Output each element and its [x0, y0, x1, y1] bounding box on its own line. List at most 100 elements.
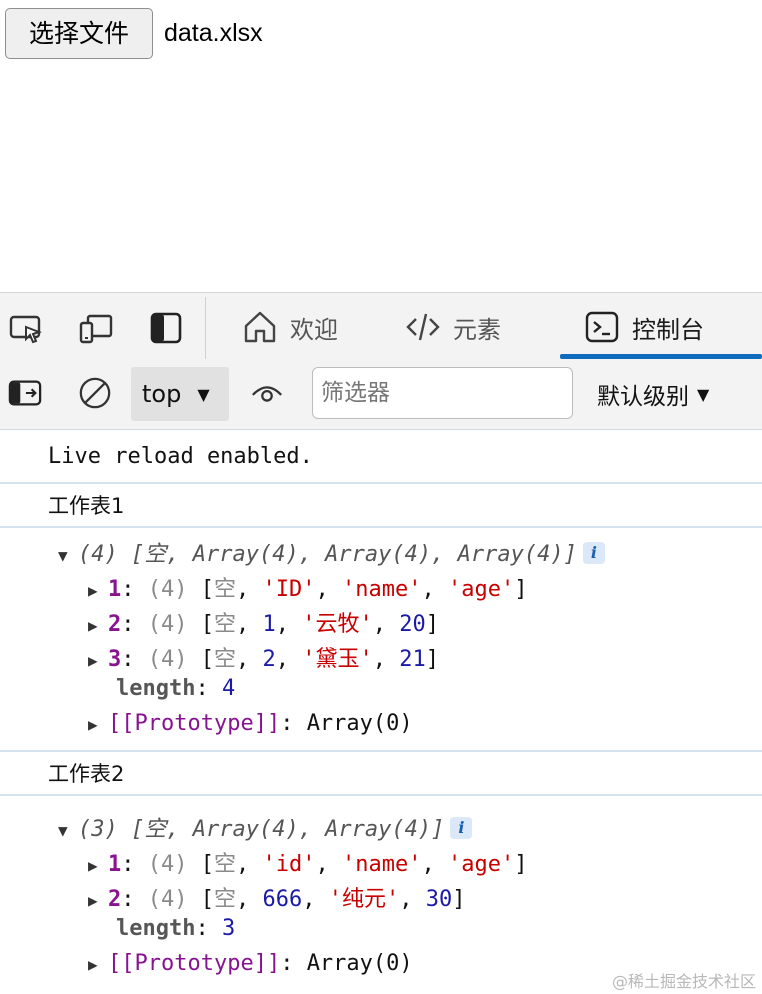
length-row: length: 3	[116, 916, 236, 941]
message-divider	[0, 794, 762, 796]
array-entry-row[interactable]: ▶ 1: (4) [空, 'id', 'name', 'age']	[88, 846, 527, 878]
home-icon	[244, 311, 276, 343]
array-entry-row[interactable]: ▶ 3: (4) [空, 2, '黛玉', 21]	[88, 641, 439, 673]
prototype-value: Array(0)	[306, 951, 413, 976]
sheet-title: 工作表2	[48, 762, 125, 786]
info-icon[interactable]: i	[582, 542, 605, 564]
array-entry-row[interactable]: ▶ 1: (4) [空, 'ID', 'name', 'age']	[88, 571, 527, 603]
length-row: length: 4	[116, 676, 236, 701]
selected-file-name: data.xlsx	[164, 19, 263, 47]
tab-elements-label: 元素	[453, 315, 501, 344]
entry-index: 1	[108, 852, 122, 877]
entry-item: 20	[399, 612, 426, 637]
console-icon	[585, 311, 619, 343]
context-selector[interactable]: top ▼	[131, 367, 229, 421]
entry-item: 1	[262, 612, 276, 637]
code-icon	[406, 313, 440, 341]
prototype-key: [[Prototype]]	[108, 951, 281, 976]
watermark: @稀土掘金技术社区	[612, 972, 757, 991]
array-summary-row[interactable]: ▼ (3) [空, Array(4), Array(4)] i	[58, 811, 473, 843]
collapse-triangle-icon[interactable]: ▶	[88, 891, 108, 910]
array-count: (3)	[78, 817, 118, 842]
entry-item: 空	[214, 852, 237, 877]
array-summary: [空, Array(4), Array(4), Array(4)]	[131, 542, 577, 567]
entry-count: (4)	[147, 612, 188, 637]
tab-separator	[205, 297, 206, 359]
array-summary: [空, Array(4), Array(4)]	[131, 817, 445, 842]
entry-item: 21	[399, 647, 426, 672]
entry-index: 1	[108, 577, 122, 602]
message-divider	[0, 482, 762, 484]
prototype-value: Array(0)	[306, 711, 413, 736]
page-content: 选择文件 data.xlsx	[0, 0, 762, 292]
entry-item: 'age'	[447, 852, 515, 877]
choose-file-button[interactable]: 选择文件	[5, 8, 153, 59]
filter-input[interactable]: 筛选器	[312, 367, 573, 419]
context-value: top	[142, 380, 182, 408]
tab-welcome[interactable]: 欢迎	[242, 293, 338, 361]
entry-item: 30	[425, 887, 453, 912]
tab-elements[interactable]: 元素	[405, 293, 501, 361]
array-entry-row[interactable]: ▶ 2: (4) [空, 1, '云牧', 20]	[88, 606, 439, 638]
message-divider	[0, 526, 762, 528]
log-level-selector[interactable]: 默认级别 ▼	[597, 367, 709, 421]
collapse-triangle-icon[interactable]: ▶	[88, 715, 108, 734]
entry-item: 'age'	[447, 577, 515, 602]
sheet-title: 工作表1	[48, 494, 125, 518]
device-emulation-icon[interactable]	[79, 311, 113, 345]
entry-item: 空	[214, 612, 237, 637]
entry-item: 空	[214, 647, 237, 672]
length-value: 4	[221, 676, 236, 701]
tab-console-label: 控制台	[632, 315, 704, 344]
entry-item: 'name'	[342, 852, 422, 877]
entry-item: 'name'	[342, 577, 422, 602]
active-tab-indicator	[560, 354, 762, 359]
devtools-panel: 欢迎 元素 控制台 top ▼ 筛选器 默认级别 ▼ Live reload e…	[0, 292, 762, 994]
entry-count: (4)	[147, 577, 188, 602]
collapse-triangle-icon[interactable]: ▶	[88, 955, 108, 974]
length-key: length	[116, 916, 196, 941]
log-level-label: 默认级别	[597, 384, 689, 410]
entry-count: (4)	[147, 647, 188, 672]
entry-item: 'id'	[262, 852, 316, 877]
message-divider	[0, 750, 762, 752]
tab-welcome-label: 欢迎	[290, 315, 338, 344]
entry-item: 'ID'	[262, 577, 316, 602]
prototype-row[interactable]: ▶ [[Prototype]]: Array(0)	[88, 711, 413, 736]
dock-side-icon[interactable]	[149, 311, 183, 345]
entry-item: '纯元'	[328, 887, 400, 912]
chevron-down-icon: ▼	[197, 384, 210, 404]
show-sidebar-icon[interactable]	[8, 376, 42, 410]
clear-console-icon[interactable]	[78, 376, 112, 410]
entry-item: '黛玉'	[302, 647, 373, 672]
info-icon[interactable]: i	[450, 817, 473, 839]
length-value: 3	[221, 916, 236, 941]
chevron-down-icon: ▼	[697, 384, 710, 404]
live-expression-eye-icon[interactable]	[250, 376, 284, 410]
entry-item: '云牧'	[302, 612, 373, 637]
collapse-triangle-icon[interactable]: ▶	[88, 856, 108, 875]
entry-count: (4)	[147, 887, 188, 912]
expand-triangle-icon[interactable]: ▼	[58, 821, 78, 840]
array-summary-row[interactable]: ▼ (4) [空, Array(4), Array(4), Array(4)] i	[58, 536, 605, 568]
array-count: (4)	[78, 542, 118, 567]
entry-index: 3	[108, 647, 122, 672]
entry-item: 空	[214, 887, 237, 912]
collapse-triangle-icon[interactable]: ▶	[88, 651, 108, 670]
tab-console[interactable]: 控制台	[584, 293, 704, 361]
inspect-element-icon[interactable]	[9, 311, 43, 345]
collapse-triangle-icon[interactable]: ▶	[88, 616, 108, 635]
entry-item: 2	[262, 647, 276, 672]
entry-index: 2	[108, 612, 122, 637]
prototype-key: [[Prototype]]	[108, 711, 281, 736]
console-toolbar: top ▼ 筛选器 默认级别 ▼	[0, 360, 762, 430]
collapse-triangle-icon[interactable]: ▶	[88, 581, 108, 600]
entry-index: 2	[108, 887, 122, 912]
prototype-row[interactable]: ▶ [[Prototype]]: Array(0)	[88, 951, 413, 976]
console-message: Live reload enabled.	[48, 444, 313, 469]
expand-triangle-icon[interactable]: ▼	[58, 546, 78, 565]
array-entry-row[interactable]: ▶ 2: (4) [空, 666, '纯元', 30]	[88, 881, 466, 913]
devtools-tabbar: 欢迎 元素 控制台	[0, 292, 762, 360]
entry-count: (4)	[147, 852, 188, 877]
entry-item: 空	[214, 577, 237, 602]
